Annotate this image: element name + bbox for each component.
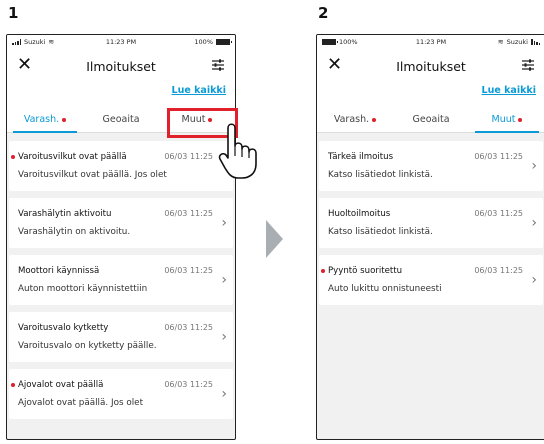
unread-dot [11, 383, 15, 387]
notification-list: Varoitusvilkut ovat päällä 06/03 11:25 V… [7, 133, 235, 419]
next-arrow-icon [266, 220, 283, 258]
list-item[interactable]: Varoitusvalo kytketty 06/03 11:25 Varoit… [9, 312, 233, 362]
tab-label: Geoaita [412, 114, 450, 125]
read-all-link[interactable]: Lue kaikki [172, 85, 226, 96]
tab-label: Muut [491, 114, 516, 125]
phone-screen-2: 100% 11:23 PM ≋ Suzuki ✕ Ilmoitukset Lue… [316, 34, 544, 440]
item-date: 06/03 11:25 [474, 152, 523, 161]
tab-muut[interactable]: Muut [469, 105, 544, 133]
item-body: Ajovalot ovat päällä. Jos olet [18, 398, 144, 408]
chevron-right-icon: › [221, 329, 227, 345]
app-header: ✕ Ilmoitukset [317, 49, 544, 83]
item-body: Auto lukittu onnistuneesti [328, 284, 442, 294]
list-item[interactable]: Huoltoilmoitus 06/03 11:25 Katso lisätie… [319, 198, 543, 248]
read-all-row: Lue kaikki [317, 83, 544, 105]
item-title: Moottori käynnissä [18, 266, 100, 276]
item-title: Pyyntö suoritettu [328, 266, 403, 276]
tab-bar: Varash. Geoaita Muut [317, 105, 544, 133]
chevron-right-icon: › [531, 215, 537, 231]
item-date: 06/03 11:25 [164, 152, 213, 161]
item-date: 06/03 11:25 [474, 209, 523, 218]
unread-dot [11, 155, 15, 159]
tab-varash[interactable]: Varash. [317, 105, 393, 132]
item-date: 06/03 11:25 [164, 380, 213, 389]
item-body: Auton moottori käynnistettiin [18, 284, 148, 294]
item-body: Varoitusvalo on kytketty päälle. [18, 341, 157, 351]
notification-list: Tärkeä ilmoitus 06/03 11:25 Katso lisäti… [317, 133, 544, 305]
list-item[interactable]: Tärkeä ilmoitus 06/03 11:25 Katso lisäti… [319, 141, 543, 191]
unread-dot [518, 117, 523, 122]
battery-icon [216, 39, 232, 45]
step-number-2: 2 [318, 4, 329, 22]
chevron-right-icon: › [531, 272, 537, 288]
filter-icon[interactable] [521, 58, 535, 72]
unread-dot [62, 117, 67, 122]
item-title: Varashälytin aktivoitu [18, 209, 112, 219]
chevron-right-icon: › [221, 215, 227, 231]
signal-icon [531, 39, 540, 45]
pointing-hand-icon [218, 123, 257, 179]
item-date: 06/03 11:25 [474, 266, 523, 275]
page-title: Ilmoitukset [396, 59, 466, 74]
unread-dot [321, 269, 325, 273]
list-item[interactable]: Varoitusvilkut ovat päällä 06/03 11:25 V… [9, 141, 233, 191]
status-bar: 100% 11:23 PM ≋ Suzuki [317, 35, 544, 49]
page-title: Ilmoitukset [86, 59, 156, 74]
item-date: 06/03 11:25 [164, 209, 213, 218]
step-number-1: 1 [8, 4, 19, 22]
item-body: Varashälytin on aktivoitu. [18, 227, 131, 237]
tab-label: Varash. [23, 114, 60, 125]
phone-screen-1: Suzuki ≋ 11:23 PM 100% ✕ Ilmoitukset Lue… [6, 34, 236, 440]
wifi-icon: ≋ [497, 38, 504, 46]
tab-label: Geoaita [102, 114, 140, 125]
item-title: Tärkeä ilmoitus [328, 152, 394, 162]
battery-percent: 100% [194, 38, 213, 46]
list-item[interactable]: Pyyntö suoritettu 06/03 11:25 Auto lukit… [319, 255, 543, 305]
list-item[interactable]: Ajovalot ovat päällä 06/03 11:25 Ajovalo… [9, 369, 233, 419]
item-title: Huoltoilmoitus [328, 209, 391, 219]
read-all-row: Lue kaikki [7, 83, 235, 105]
tab-varash[interactable]: Varash. [7, 105, 83, 133]
item-body: Varoitusvilkut ovat päällä. Jos olet [18, 170, 167, 180]
list-item[interactable]: Moottori käynnissä 06/03 11:25 Auton moo… [9, 255, 233, 305]
status-bar: Suzuki ≋ 11:23 PM 100% [7, 35, 235, 49]
tab-geoaita[interactable]: Geoaita [83, 105, 159, 132]
item-date: 06/03 11:25 [164, 323, 213, 332]
item-body: Katso lisätiedot linkistä. [328, 227, 433, 237]
item-body: Katso lisätiedot linkistä. [328, 170, 433, 180]
tab-geoaita[interactable]: Geoaita [393, 105, 469, 132]
item-date: 06/03 11:25 [164, 266, 213, 275]
list-item[interactable]: Varashälytin aktivoitu 06/03 11:25 Varas… [9, 198, 233, 248]
filter-icon[interactable] [211, 58, 225, 72]
chevron-right-icon: › [221, 386, 227, 402]
carrier-label: Suzuki [506, 38, 528, 46]
unread-dot [372, 117, 377, 122]
app-header: ✕ Ilmoitukset [7, 49, 235, 83]
tab-label: Varash. [333, 114, 370, 125]
item-title: Varoitusvilkut ovat päällä [18, 152, 127, 162]
item-title: Varoitusvalo kytketty [18, 323, 109, 333]
read-all-link[interactable]: Lue kaikki [482, 85, 536, 96]
chevron-right-icon: › [221, 272, 227, 288]
chevron-right-icon: › [531, 158, 537, 174]
item-title: Ajovalot ovat päällä [18, 380, 104, 390]
